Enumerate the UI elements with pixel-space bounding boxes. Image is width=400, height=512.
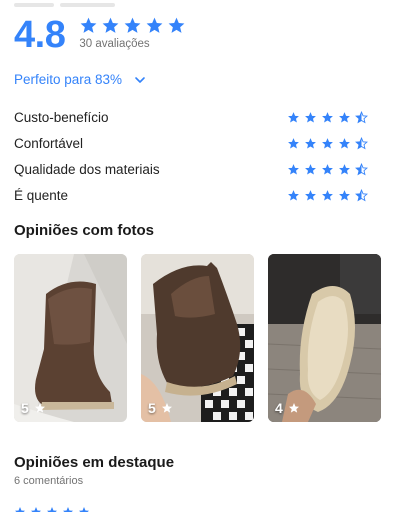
star-filled-icon bbox=[322, 189, 333, 201]
star-filled-icon bbox=[79, 507, 89, 512]
star-icon bbox=[161, 403, 172, 413]
star-half-icon bbox=[355, 188, 368, 201]
star-filled-icon bbox=[305, 163, 316, 175]
review-count: 30 avaliações bbox=[79, 38, 150, 50]
star-filled-icon bbox=[305, 111, 316, 123]
review-photo-1[interactable]: 5 bbox=[14, 254, 127, 422]
rating-summary: 4.8 30 avaliações bbox=[14, 14, 186, 56]
star-filled-icon bbox=[322, 163, 333, 175]
star-filled-icon bbox=[339, 163, 350, 175]
star-filled-icon bbox=[322, 137, 333, 149]
attribute-label: Qualidade dos materiais bbox=[14, 161, 160, 177]
star-filled-icon bbox=[305, 137, 316, 149]
photo-rating-badge: 5 bbox=[148, 400, 173, 416]
chevron-down-icon bbox=[135, 76, 145, 83]
star-filled-icon bbox=[288, 137, 299, 149]
cutoff-review-stars bbox=[14, 506, 90, 512]
review-photo-2[interactable]: 5 bbox=[141, 254, 254, 422]
photo-reviews: 5 5 4 bbox=[14, 254, 381, 422]
attribute-stars bbox=[287, 110, 368, 124]
star-half-icon bbox=[355, 162, 368, 175]
fit-dropdown[interactable]: Perfeito para 83% bbox=[14, 72, 146, 87]
star-filled-icon bbox=[146, 17, 163, 33]
top-cutoff-text bbox=[14, 0, 134, 7]
star-half-icon bbox=[355, 110, 368, 123]
star-filled-icon bbox=[339, 111, 350, 123]
attribute-row: Qualidade dos materiais bbox=[14, 156, 368, 182]
attribute-label: Confortável bbox=[14, 135, 84, 151]
attribute-label: Custo-benefício bbox=[14, 109, 109, 125]
star-filled-icon bbox=[288, 163, 299, 175]
star-icon bbox=[288, 403, 299, 413]
star-filled-icon bbox=[124, 17, 141, 33]
average-stars bbox=[79, 16, 186, 35]
star-filled-icon bbox=[31, 507, 41, 512]
attribute-row: É quente bbox=[14, 182, 368, 208]
featured-count: 6 comentários bbox=[14, 475, 84, 487]
attribute-label: É quente bbox=[14, 187, 69, 203]
star-filled-icon bbox=[288, 189, 299, 201]
attribute-row: Confortável bbox=[14, 130, 368, 156]
star-filled-icon bbox=[63, 507, 73, 512]
star-half-icon bbox=[355, 136, 368, 149]
fit-label: Perfeito para 83% bbox=[14, 72, 123, 87]
photos-section-title: Opiniões com fotos bbox=[14, 222, 155, 239]
attribute-row: Custo-benefício bbox=[14, 104, 368, 130]
attribute-stars bbox=[287, 188, 368, 202]
review-photo-3[interactable]: 4 bbox=[268, 254, 381, 422]
photo-rating-badge: 5 bbox=[21, 400, 46, 416]
star-filled-icon bbox=[288, 111, 299, 123]
star-filled-icon bbox=[339, 137, 350, 149]
featured-section-title: Opiniões em destaque bbox=[14, 454, 175, 471]
attribute-stars bbox=[287, 162, 368, 176]
star-filled-icon bbox=[339, 189, 350, 201]
attribute-ratings: Custo-benefício Confortável Qualidade do… bbox=[14, 104, 368, 208]
star-icon bbox=[34, 403, 45, 413]
attribute-stars bbox=[287, 136, 368, 150]
star-filled-icon bbox=[322, 111, 333, 123]
star-filled-icon bbox=[102, 17, 119, 33]
star-filled-icon bbox=[15, 507, 25, 512]
photo-rating-badge: 4 bbox=[275, 400, 300, 416]
star-filled-icon bbox=[168, 17, 185, 33]
star-filled-icon bbox=[47, 507, 57, 512]
star-filled-icon bbox=[305, 189, 316, 201]
star-filled-icon bbox=[80, 17, 97, 33]
average-score: 4.8 bbox=[14, 14, 66, 56]
